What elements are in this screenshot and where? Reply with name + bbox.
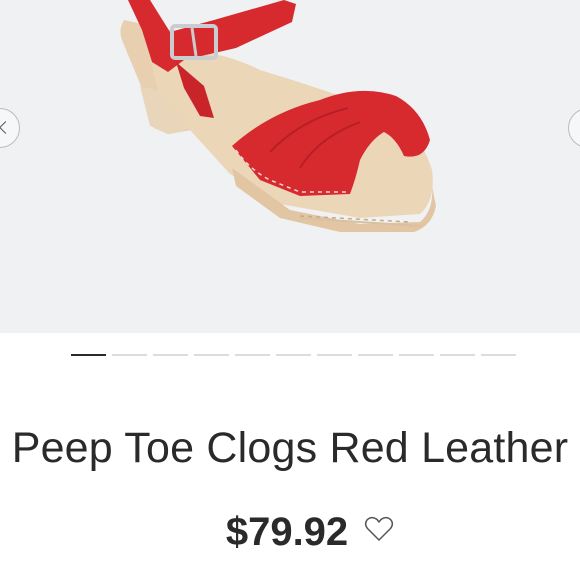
pagination-dot[interactable]	[235, 354, 270, 356]
product-title: Peep Toe Clogs Red Leather	[11, 424, 569, 472]
pagination-dot[interactable]	[276, 354, 311, 356]
chevron-left-icon	[0, 121, 12, 134]
pagination-dot[interactable]	[358, 354, 393, 356]
pagination-dot[interactable]	[153, 354, 188, 356]
pagination-dot[interactable]	[317, 354, 352, 356]
price-row: $79.92	[0, 510, 580, 555]
product-image-gallery[interactable]	[0, 0, 580, 333]
product-price: $79.92	[225, 510, 349, 554]
pagination-dot[interactable]	[112, 354, 147, 356]
pagination-dot[interactable]	[71, 354, 106, 356]
pagination-dot[interactable]	[440, 354, 475, 356]
heart-outline-icon[interactable]	[364, 515, 394, 543]
pagination-dot[interactable]	[399, 354, 434, 356]
product-image	[120, 0, 436, 232]
gallery-pagination	[71, 354, 516, 356]
pagination-dot[interactable]	[481, 354, 516, 356]
pagination-dot[interactable]	[194, 354, 229, 356]
